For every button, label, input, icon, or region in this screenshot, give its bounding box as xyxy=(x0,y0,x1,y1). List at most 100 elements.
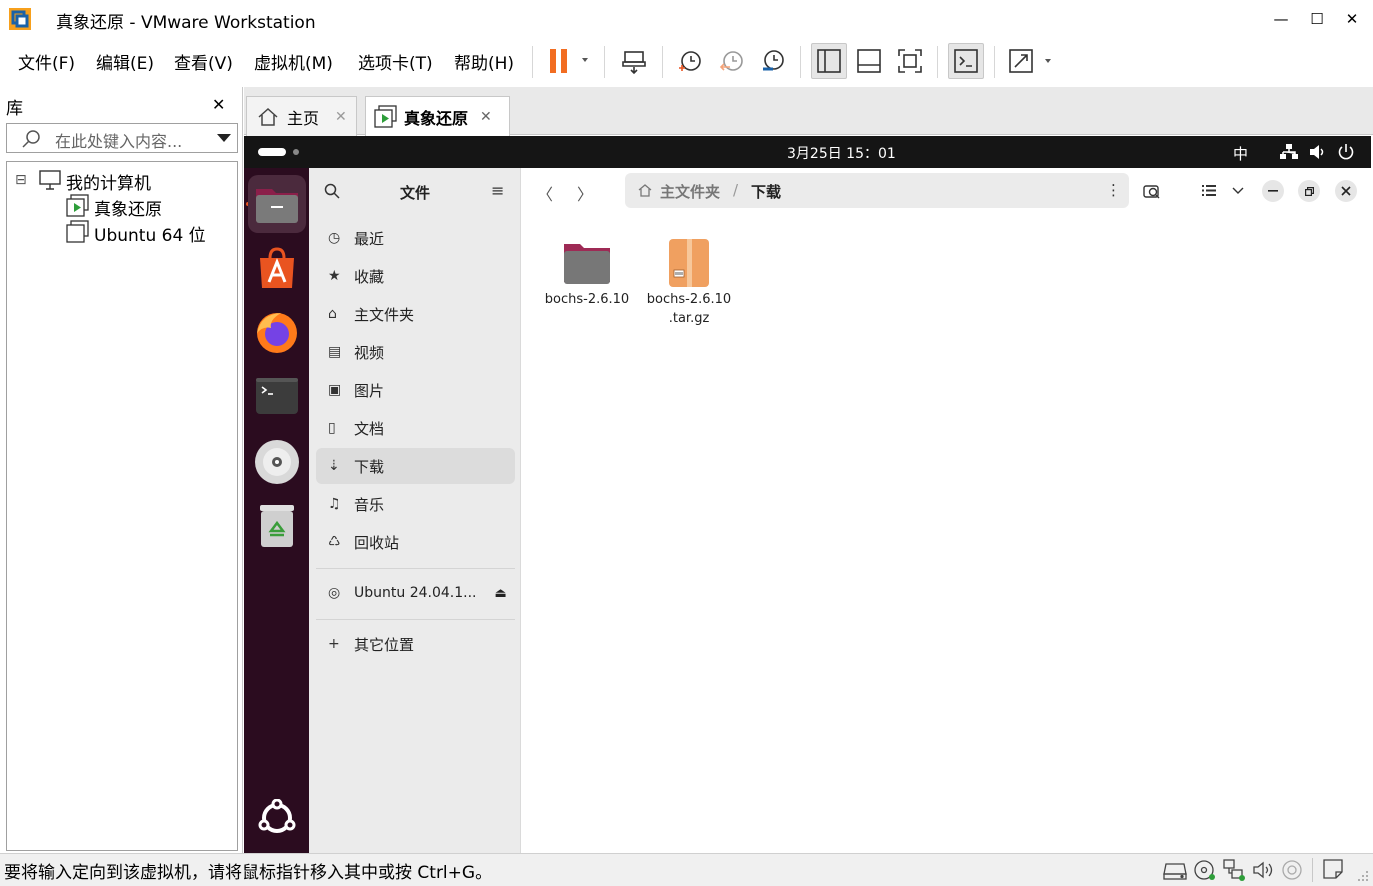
picture-icon: ▣ xyxy=(328,382,342,398)
sidebar-item-pictures[interactable]: ▣ 图片 xyxy=(316,372,515,408)
workspace-indicator-active[interactable] xyxy=(258,148,286,156)
dock-firefox-button[interactable] xyxy=(254,309,300,355)
archive-icon xyxy=(669,239,709,287)
library-search-box[interactable]: 在此处键入内容... xyxy=(6,123,238,153)
files-close-button[interactable] xyxy=(1335,180,1357,202)
library-search-input[interactable]: 在此处键入内容... xyxy=(55,128,182,152)
folder-icon xyxy=(564,244,610,284)
sidebar-item-home[interactable]: ⌂ 主文件夹 xyxy=(316,296,515,332)
path-current[interactable]: 下载 xyxy=(751,181,781,202)
menu-tabs[interactable]: 选项卡(T) xyxy=(358,49,433,74)
close-button[interactable]: ✕ xyxy=(1337,6,1367,32)
dock-trash-button[interactable] xyxy=(254,503,300,549)
stretch-view-button[interactable] xyxy=(1006,43,1058,79)
home-icon xyxy=(638,184,652,197)
minimize-button[interactable]: — xyxy=(1266,6,1296,32)
power-icon[interactable] xyxy=(1337,143,1355,161)
chevron-down-icon[interactable] xyxy=(1231,186,1245,196)
input-method-indicator[interactable]: 中 xyxy=(1233,143,1248,164)
hard-disk-icon[interactable] xyxy=(1163,860,1187,880)
search-folder-icon[interactable] xyxy=(1143,182,1161,200)
dock-app-center-button[interactable] xyxy=(254,245,300,291)
path-separator: / xyxy=(733,181,739,199)
menu-vm[interactable]: 虚拟机(M) xyxy=(254,49,333,74)
chevron-down-icon[interactable] xyxy=(216,133,232,143)
sidebar-item-downloads[interactable]: ⇣ 下载 xyxy=(316,448,515,484)
dock-files-button[interactable] xyxy=(254,181,300,227)
library-layout-icon xyxy=(817,49,841,73)
volume-icon[interactable] xyxy=(1309,144,1327,160)
tree-collapse-toggle[interactable]: ⊟ xyxy=(15,172,27,188)
tab-home-close-button[interactable]: ✕ xyxy=(335,109,347,125)
cd-rom-icon[interactable] xyxy=(1193,858,1217,882)
tree-root-my-computer[interactable]: 我的计算机 xyxy=(66,169,151,194)
sidebar-divider xyxy=(316,568,515,569)
dock-show-apps-button[interactable] xyxy=(254,795,300,841)
app-center-icon xyxy=(260,247,294,288)
clock[interactable]: 3月25日 15：01 xyxy=(787,143,896,163)
snapshot-clock-icon xyxy=(679,51,701,71)
sidebar-item-documents[interactable]: ▯ 文档 xyxy=(316,410,515,446)
tab-home[interactable]: 主页 ✕ xyxy=(246,96,357,136)
console-icon xyxy=(954,49,978,73)
pause-button[interactable] xyxy=(542,43,592,79)
workspace-indicator[interactable] xyxy=(293,149,299,155)
home-icon xyxy=(258,107,278,126)
sidebar-item-device[interactable]: ◎ Ubuntu 24.04.1... ⏏ xyxy=(316,575,515,611)
menu-help[interactable]: 帮助(H) xyxy=(454,49,514,74)
sound-card-icon[interactable] xyxy=(1252,860,1274,880)
file-item-bochs-archive[interactable]: bochs-2.6.10 .tar.gz xyxy=(642,232,736,332)
file-item-bochs-folder[interactable]: bochs-2.6.10 xyxy=(540,232,634,332)
menu-edit[interactable]: 编辑(E) xyxy=(96,49,154,74)
sidebar-item-music[interactable]: ♫ 音乐 xyxy=(316,486,515,522)
resize-grip-icon[interactable] xyxy=(1355,868,1369,882)
network-adapter-icon[interactable] xyxy=(1222,858,1246,882)
tree-vm-ubuntu[interactable]: Ubuntu 64 位 xyxy=(94,221,206,246)
disc-icon xyxy=(255,440,299,484)
tab-zhenxiang[interactable]: 真象还原 ✕ xyxy=(365,96,510,137)
list-view-icon[interactable] xyxy=(1202,184,1216,197)
sidebar-item-videos[interactable]: ▤ 视频 xyxy=(316,334,515,370)
path-bar[interactable]: 主文件夹 / 下载 ⋮ xyxy=(625,173,1129,208)
sidebar-item-starred[interactable]: ★ 收藏 xyxy=(316,258,515,294)
sidebar-item-recent[interactable]: ◷ 最近 xyxy=(316,220,515,256)
full-screen-button[interactable] xyxy=(892,43,928,79)
status-separator xyxy=(1312,858,1313,882)
maximize-button[interactable]: ☐ xyxy=(1302,6,1332,32)
path-menu-button[interactable]: ⋮ xyxy=(1106,181,1121,199)
sidebar-item-other-places[interactable]: + 其它位置 xyxy=(316,626,515,662)
message-log-icon[interactable] xyxy=(1322,858,1344,880)
library-close-button[interactable]: ✕ xyxy=(212,95,225,114)
revert-snapshot-button[interactable] xyxy=(714,43,750,79)
dock-terminal-button[interactable] xyxy=(254,373,300,419)
network-icon[interactable] xyxy=(1280,144,1298,160)
firefox-icon xyxy=(257,313,297,353)
tree-vm-zhenxiang[interactable]: 真象还原 xyxy=(94,195,162,220)
stretch-icon xyxy=(1009,49,1051,73)
snapshot-button[interactable] xyxy=(672,43,708,79)
sidebar-item-label: 主文件夹 xyxy=(354,305,415,324)
computer-icon xyxy=(39,170,61,190)
vmware-logo-icon xyxy=(9,8,31,30)
eject-icon[interactable]: ⏏ xyxy=(494,586,506,601)
files-minimize-button[interactable] xyxy=(1262,180,1284,202)
sidebar-item-trash[interactable]: ♺ 回收站 xyxy=(316,524,515,560)
snapshot-manager-button[interactable] xyxy=(755,43,791,79)
menu-view[interactable]: 查看(V) xyxy=(174,49,233,74)
tab-zhenxiang-close-button[interactable]: ✕ xyxy=(480,109,492,125)
dock-disc-button[interactable] xyxy=(254,439,300,485)
menu-file[interactable]: 文件(F) xyxy=(18,49,75,74)
show-library-button[interactable] xyxy=(811,43,847,79)
forward-button[interactable]: 〉 xyxy=(577,181,593,205)
show-thumbnail-button[interactable] xyxy=(851,43,887,79)
console-view-button[interactable] xyxy=(948,43,984,79)
back-button[interactable]: 〈 xyxy=(537,181,553,205)
files-restore-button[interactable] xyxy=(1298,180,1320,202)
files-menu-button[interactable]: ≡ xyxy=(491,181,504,200)
search-icon[interactable] xyxy=(324,183,340,199)
home-icon: ⌂ xyxy=(328,306,337,322)
sidebar-device-label: Ubuntu 24.04.1... xyxy=(354,585,477,601)
send-ctrl-alt-del-button[interactable] xyxy=(616,43,652,79)
path-home[interactable]: 主文件夹 xyxy=(660,181,720,202)
display-icon[interactable] xyxy=(1281,859,1303,881)
